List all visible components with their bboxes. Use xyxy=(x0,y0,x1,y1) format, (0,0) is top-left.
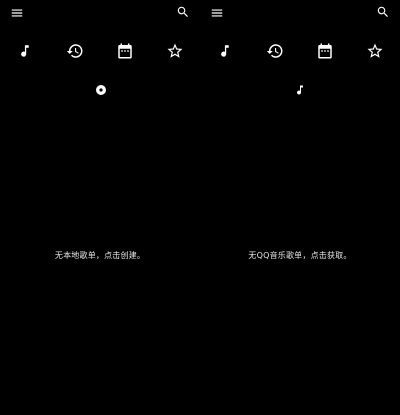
star-icon xyxy=(367,43,383,58)
tab-history[interactable] xyxy=(266,42,284,60)
menu-icon[interactable] xyxy=(10,6,24,20)
qq-music-playlists-screen: 无QQ音乐歌单，点击获取。 xyxy=(200,0,400,415)
search-icon[interactable] xyxy=(376,5,390,19)
search-icon[interactable] xyxy=(176,5,190,19)
tab-history[interactable] xyxy=(66,42,84,60)
tab-calendar[interactable] xyxy=(316,42,334,60)
record-icon xyxy=(95,81,107,95)
music-note-icon xyxy=(21,45,29,57)
star-icon xyxy=(167,43,183,58)
tab-favorites[interactable] xyxy=(366,42,384,60)
history-icon xyxy=(66,44,83,58)
music-note-icon xyxy=(221,45,229,57)
local-playlists-screen: 无本地歌单，点击创建。 xyxy=(0,0,200,415)
calendar-icon xyxy=(318,43,332,59)
tab-calendar[interactable] xyxy=(116,42,134,60)
empty-playlist-message[interactable]: 无QQ音乐歌单，点击获取。 xyxy=(200,250,400,262)
menu-icon[interactable] xyxy=(210,6,224,20)
history-icon xyxy=(266,44,283,58)
tab-music[interactable] xyxy=(16,42,34,60)
empty-playlist-message[interactable]: 无本地歌单，点击创建。 xyxy=(0,250,200,262)
tab-music[interactable] xyxy=(216,42,234,60)
music-note-icon xyxy=(294,81,306,95)
tab-favorites[interactable] xyxy=(166,42,184,60)
calendar-icon xyxy=(118,43,132,59)
